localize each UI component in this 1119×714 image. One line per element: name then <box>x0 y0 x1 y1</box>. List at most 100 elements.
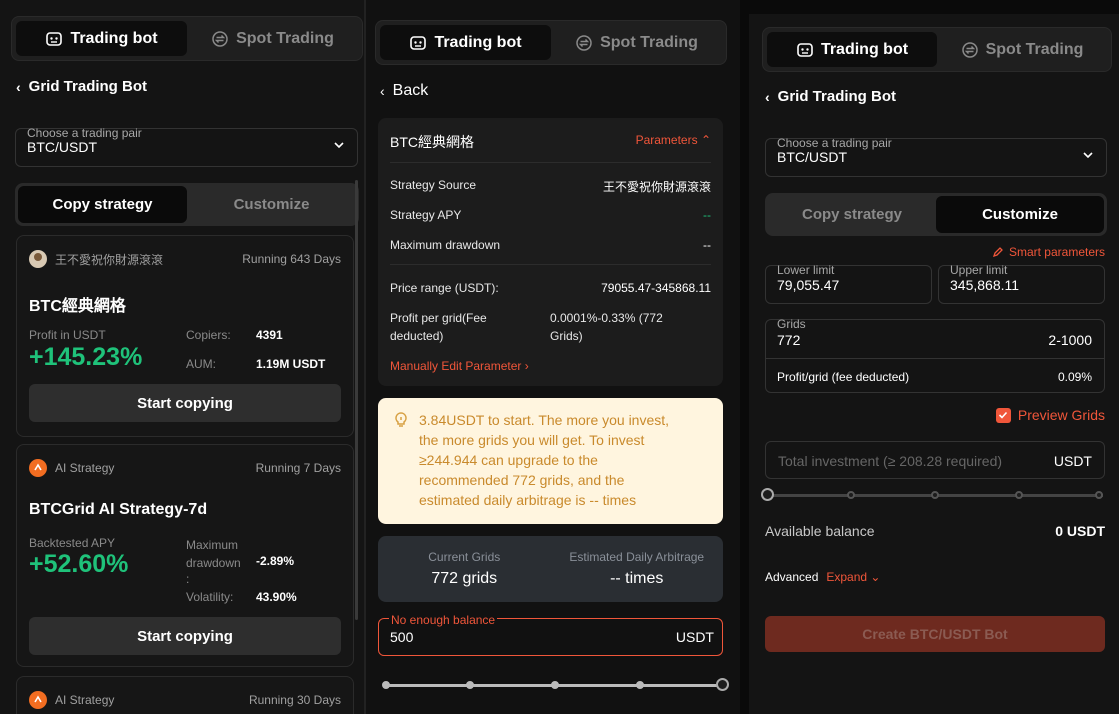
slider-step <box>931 491 939 499</box>
total-investment-input[interactable]: Total investment (≥ 208.28 required) USD… <box>765 441 1105 479</box>
manual-edit-link[interactable]: Manually Edit Parameter › <box>390 359 529 373</box>
author-name: 王不愛祝你財源滾滾 <box>55 252 164 267</box>
investment-slider[interactable] <box>761 488 1103 501</box>
bot-icon <box>410 35 427 50</box>
ai-strategy-icon <box>29 691 47 709</box>
investment-slider[interactable] <box>382 678 729 691</box>
top-tabs: Trading bot Spot Trading <box>762 27 1112 72</box>
tab-label: Trading bot <box>820 40 909 58</box>
panel-divider <box>364 0 366 714</box>
start-copying-button[interactable]: Start copying <box>29 617 341 655</box>
chevron-up-icon: ⌃ <box>700 133 711 147</box>
bot-icon <box>46 31 63 46</box>
tab-label: Spot Trading <box>985 40 1084 58</box>
manual-edit-label: Manually Edit Parameter <box>390 359 522 373</box>
smart-parameters-link[interactable]: Smart parameters <box>992 245 1105 259</box>
expand-label: Expand <box>826 570 868 584</box>
expand-link[interactable]: Expand ⌄ <box>826 570 880 584</box>
tab-customize[interactable]: Customize <box>936 196 1104 233</box>
grids-range: 2-1000 <box>1048 332 1092 348</box>
card-header: AI Strategy Running 7 Days <box>29 459 341 477</box>
back-link[interactable]: ‹ Grid Trading Bot <box>16 78 147 95</box>
volatility-value: 43.90% <box>256 590 297 604</box>
scrollbar[interactable] <box>355 180 358 620</box>
tab-trading-bot[interactable]: Trading bot <box>380 25 551 60</box>
metric-label: Profit in USDT <box>29 328 106 342</box>
upper-limit-input[interactable]: Upper limit 345,868.11 <box>938 263 1105 304</box>
top-tabs: Trading bot Spot Trading <box>11 16 363 61</box>
create-bot-button[interactable]: Create BTC/USDT Bot <box>765 616 1105 652</box>
investment-input[interactable]: No enough balance 500 USDT <box>378 613 723 656</box>
investment-value: 500 <box>390 629 414 645</box>
slider-step <box>466 681 474 689</box>
slider-step <box>847 491 855 499</box>
tab-customize[interactable]: Customize <box>187 186 356 223</box>
metric-label: Backtested APY <box>29 536 116 550</box>
tab-trading-bot[interactable]: Trading bot <box>767 32 937 67</box>
ai-strategy-icon <box>29 459 47 477</box>
field-value: 79,055.47 <box>777 277 840 293</box>
parameters-toggle[interactable]: Parameters ⌃ <box>636 133 711 147</box>
advanced-label: Advanced <box>765 570 819 584</box>
field-value: 345,868.11 <box>950 277 1020 293</box>
field-label: Upper limit <box>950 263 1008 277</box>
tab-label: Spot Trading <box>236 29 334 47</box>
grids-label: Grids <box>777 317 806 331</box>
back-label: Back <box>392 82 429 99</box>
drawdown-label: Maximum drawdown <box>186 538 241 570</box>
chevron-right-icon: › <box>524 359 529 373</box>
running-days: Running 643 Days <box>242 252 341 266</box>
tab-spot-trading[interactable]: Spot Trading <box>937 32 1107 67</box>
chevron-left-icon: ‹ <box>765 88 770 105</box>
running-days: Running 30 Days <box>248 693 341 707</box>
trading-pair-select[interactable]: Choose a trading pair BTC/USDT <box>15 126 358 167</box>
tab-copy-strategy[interactable]: Copy strategy <box>18 186 187 223</box>
select-value: BTC/USDT <box>777 149 847 165</box>
profit-grid-label: Profit/grid (fee deducted) <box>777 370 910 384</box>
source-label: Strategy Source <box>390 178 477 192</box>
chevron-down-icon <box>1083 152 1093 159</box>
price-range-value: 79055.47-345868.11 <box>601 281 711 295</box>
strategy-card: 王不愛祝你財源滾滾 Running 643 Days BTC經典網格 Profi… <box>16 235 354 437</box>
top-tabs: Trading bot Spot Trading <box>375 20 727 65</box>
metric-value: +145.23% <box>29 343 143 371</box>
available-balance-value: 0 USDT <box>1055 523 1105 539</box>
profit-grid-label-2: deducted) <box>390 329 444 343</box>
slider-knob[interactable] <box>716 678 729 691</box>
slider-knob[interactable] <box>761 488 774 501</box>
grids-group: Grids 772 2-1000 Profit/grid (fee deduct… <box>765 317 1105 393</box>
card-header: 王不愛祝你財源滾滾 Running 643 Days <box>29 250 341 268</box>
panel-divider <box>740 0 749 714</box>
investment-unit: USDT <box>675 629 714 645</box>
divider <box>390 264 711 265</box>
metric-value: +52.60% <box>29 550 129 578</box>
daily-arbitrage-label: Estimated Daily Arbitrage <box>569 550 705 564</box>
strategy-detail-panel: Trading bot Spot Trading ‹ Back BTC經典網格 … <box>366 0 740 714</box>
avatar <box>29 250 47 268</box>
strategy-title: BTC經典網格 <box>29 298 126 315</box>
lower-limit-input[interactable]: Lower limit 79,055.47 <box>765 263 932 304</box>
chevron-down-icon <box>334 142 344 149</box>
parameters-card: BTC經典網格 Parameters ⌃ Strategy Source 王不愛… <box>378 118 723 386</box>
back-link[interactable]: ‹ Back <box>380 82 428 100</box>
tab-trading-bot[interactable]: Trading bot <box>16 21 187 56</box>
tab-spot-trading[interactable]: Spot Trading <box>187 21 358 56</box>
page-title: Grid Trading Bot <box>777 88 897 105</box>
tab-spot-trading[interactable]: Spot Trading <box>551 25 722 60</box>
lightbulb-icon <box>395 412 407 427</box>
back-link[interactable]: ‹ Grid Trading Bot <box>765 88 896 105</box>
start-copying-button[interactable]: Start copying <box>29 384 341 422</box>
slider-step <box>1015 491 1023 499</box>
trading-pair-select[interactable]: Choose a trading pair BTC/USDT <box>765 136 1107 177</box>
tab-copy-strategy[interactable]: Copy strategy <box>768 196 936 233</box>
volatility-label: Volatility: <box>186 590 234 604</box>
tab-label: Spot Trading <box>600 33 698 51</box>
preview-grids-toggle[interactable]: Preview Grids <box>995 407 1105 423</box>
investment-placeholder: Total investment (≥ 208.28 required) <box>778 453 1003 469</box>
investment-notice: 3.84USDT to start. The more you invest, … <box>378 398 723 524</box>
preview-grids-label: Preview Grids <box>1017 407 1105 423</box>
grids-value[interactable]: 772 <box>777 332 800 348</box>
drawdown-colon: : <box>186 572 190 586</box>
drawdown-value: -- <box>703 238 711 252</box>
apy-label: Strategy APY <box>390 208 462 222</box>
